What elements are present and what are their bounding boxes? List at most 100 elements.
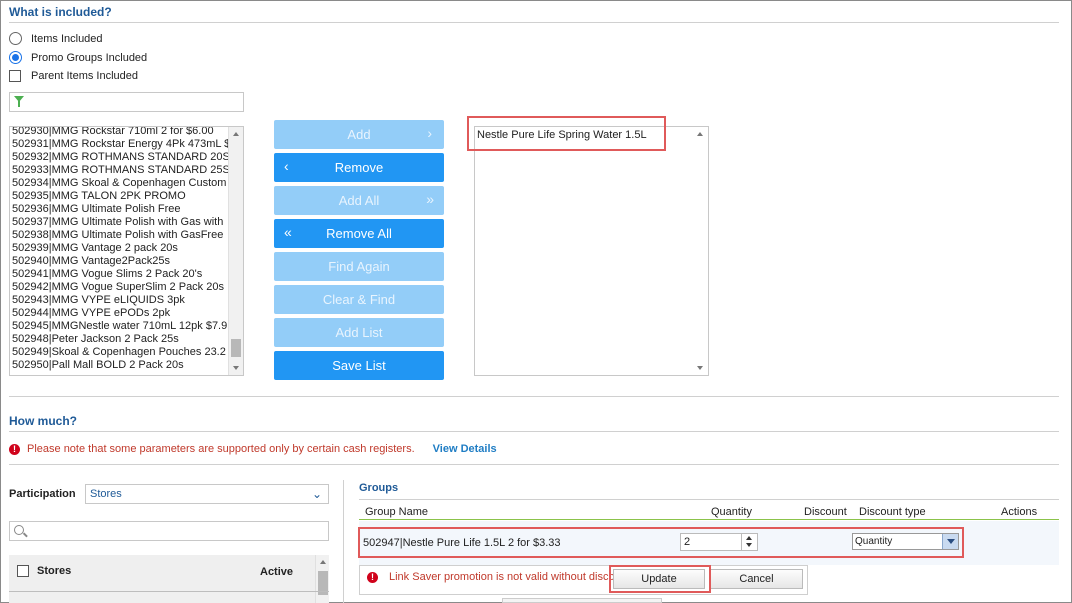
list-item[interactable]: 502950|Pall Mall BOLD 2 Pack 20s — [12, 359, 227, 372]
list-item[interactable]: 502932|MMG ROTHMANS STANDARD 20S — [12, 151, 230, 164]
scroll-down-arrow-icon[interactable] — [233, 366, 239, 370]
filter-input[interactable] — [9, 92, 244, 112]
scroll-up-arrow-icon[interactable] — [320, 560, 326, 564]
remove-button-label: Remove — [334, 160, 384, 175]
double-chevron-right-icon: » — [426, 191, 434, 207]
list-item[interactable]: 502934|MMG Skoal & Copenhagen Custom — [12, 177, 227, 190]
row-edit-popup: ! Link Saver promotion is not valid with… — [359, 565, 808, 595]
search-icon — [14, 525, 24, 535]
add-button[interactable]: Add › — [274, 120, 444, 149]
radio-label: Items Included — [31, 32, 103, 45]
discount-type-column-header: Discount type — [859, 506, 926, 518]
list-item[interactable]: 502930|MMG Rockstar 710ml 2 for $6.00 — [12, 127, 227, 138]
stores-scrollbar[interactable] — [315, 555, 329, 603]
included-section-title: What is included? — [9, 5, 112, 19]
add-list-button[interactable]: Add List — [274, 318, 444, 347]
active-column-header[interactable]: Active — [260, 566, 293, 578]
remove-all-button-label: Remove All — [326, 226, 392, 241]
view-details-link[interactable]: View Details — [433, 443, 497, 455]
save-list-button[interactable]: Save List — [274, 351, 444, 380]
error-icon: ! — [367, 571, 378, 583]
horizontal-scrollbar[interactable] — [502, 598, 662, 603]
group-row-highlight — [358, 527, 964, 558]
checkbox-label: Parent Items Included — [31, 70, 139, 82]
list-item[interactable]: 502942|MMG Vogue SuperSlim 2 Pack 20s — [12, 281, 227, 294]
header-rule — [359, 519, 1059, 520]
selected-items-list[interactable]: Nestle Pure Life Spring Water 1.5L — [474, 126, 709, 376]
discount-column-header: Discount — [804, 506, 847, 518]
radio-label: Promo Groups Included — [31, 51, 148, 64]
how-much-section-title: How much? — [9, 414, 77, 428]
list-item[interactable]: 502935|MMG TALON 2PK PROMO — [12, 190, 227, 203]
update-button-highlight — [609, 565, 711, 593]
stores-search-input[interactable] — [9, 521, 329, 541]
remove-all-button[interactable]: « Remove All — [274, 219, 444, 248]
validation-text: Link Saver promotion is not valid withou… — [389, 571, 615, 583]
quantity-column-header: Quantity — [711, 506, 752, 518]
filter-icon — [14, 96, 24, 107]
stores-column-header[interactable]: Stores — [37, 565, 71, 577]
checkbox-box — [17, 565, 29, 577]
parent-items-included-checkbox[interactable]: Parent Items Included — [9, 70, 138, 82]
double-chevron-left-icon: « — [284, 224, 292, 240]
section-divider — [9, 431, 1059, 432]
items-included-radio[interactable]: Items Included — [9, 32, 103, 45]
stores-table: Stores Active — [9, 555, 329, 603]
section-divider — [359, 499, 1059, 500]
available-list-scrollbar[interactable] — [228, 127, 243, 375]
list-item[interactable]: 502949|Skoal & Copenhagen Pouches 23.2 — [12, 346, 227, 359]
add-button-label: Add — [347, 127, 371, 142]
find-again-button-label: Find Again — [328, 259, 390, 274]
checkbox-box — [9, 70, 21, 82]
row-divider — [9, 591, 329, 592]
scroll-down-arrow-icon[interactable] — [697, 366, 703, 370]
cancel-button[interactable]: Cancel — [710, 569, 803, 589]
available-items-list[interactable]: 502930|MMG Rockstar 710ml 2 for $6.00 502… — [9, 126, 244, 376]
participation-select[interactable]: Stores ⌄ — [85, 484, 329, 504]
save-list-button-label: Save List — [332, 358, 386, 373]
section-divider — [9, 22, 1059, 23]
group-name-column-header: Group Name — [365, 506, 428, 518]
list-item[interactable]: 502944|MMG VYPE ePODs 2pk — [12, 307, 227, 320]
promo-groups-included-radio[interactable]: Promo Groups Included — [9, 51, 147, 64]
remove-button[interactable]: ‹ Remove — [274, 153, 444, 182]
groups-title: Groups — [359, 482, 399, 494]
list-item[interactable]: 502943|MMG VYPE eLIQUIDS 3pk — [12, 294, 227, 307]
chevron-right-icon: › — [427, 125, 432, 141]
actions-column-header: Actions — [1001, 506, 1038, 518]
select-all-stores-checkbox[interactable] — [17, 565, 39, 577]
scroll-thumb[interactable] — [231, 339, 241, 357]
list-item[interactable]: 502931|MMG Rockstar Energy 4Pk 473mL $ — [12, 138, 230, 151]
radio-dot — [9, 32, 22, 45]
participation-label: Participation — [9, 488, 76, 500]
chevron-left-icon: ‹ — [284, 158, 289, 174]
cash-register-warning: ! Please note that some parameters are s… — [9, 443, 497, 455]
chevron-down-icon: ⌄ — [311, 487, 322, 501]
selected-item-highlight — [467, 116, 666, 151]
cancel-button-label: Cancel — [739, 573, 774, 585]
list-item[interactable]: 502939|MMG Vantage 2 pack 20s — [12, 242, 227, 255]
find-again-button[interactable]: Find Again — [274, 252, 444, 281]
available-items-container: 502930|MMG Rockstar 710ml 2 for $6.00 502… — [12, 127, 230, 372]
list-item[interactable]: 502940|MMG Vantage2Pack25s — [12, 255, 227, 268]
add-all-button[interactable]: Add All » — [274, 186, 444, 215]
list-item[interactable]: 502945|MMGNestle water 710mL 12pk $7.9 — [12, 320, 227, 333]
radio-dot-selected — [9, 51, 22, 64]
list-item[interactable]: 502937|MMG Ultimate Polish with Gas with — [12, 216, 227, 229]
scroll-up-arrow-icon[interactable] — [697, 132, 703, 136]
list-item[interactable]: 502941|MMG Vogue Slims 2 Pack 20's — [12, 268, 227, 281]
list-item[interactable]: 502948|Peter Jackson 2 Pack 25s — [12, 333, 227, 346]
validation-message: ! Link Saver promotion is not valid with… — [367, 571, 615, 583]
panel-divider — [343, 480, 344, 603]
scroll-up-arrow-icon[interactable] — [233, 132, 239, 136]
clear-find-button-label: Clear & Find — [322, 292, 396, 307]
clear-find-button[interactable]: Clear & Find — [274, 285, 444, 314]
list-item[interactable]: 502938|MMG Ultimate Polish with GasFree — [12, 229, 227, 242]
section-divider — [9, 396, 1059, 397]
list-item[interactable]: 502933|MMG ROTHMANS STANDARD 25S — [12, 164, 230, 177]
add-list-button-label: Add List — [335, 325, 383, 340]
selected-list-scrollbar[interactable] — [693, 127, 708, 375]
warning-text: Please note that some parameters are sup… — [27, 443, 415, 455]
section-divider — [9, 464, 1059, 465]
list-item[interactable]: 502936|MMG Ultimate Polish Free — [12, 203, 227, 216]
